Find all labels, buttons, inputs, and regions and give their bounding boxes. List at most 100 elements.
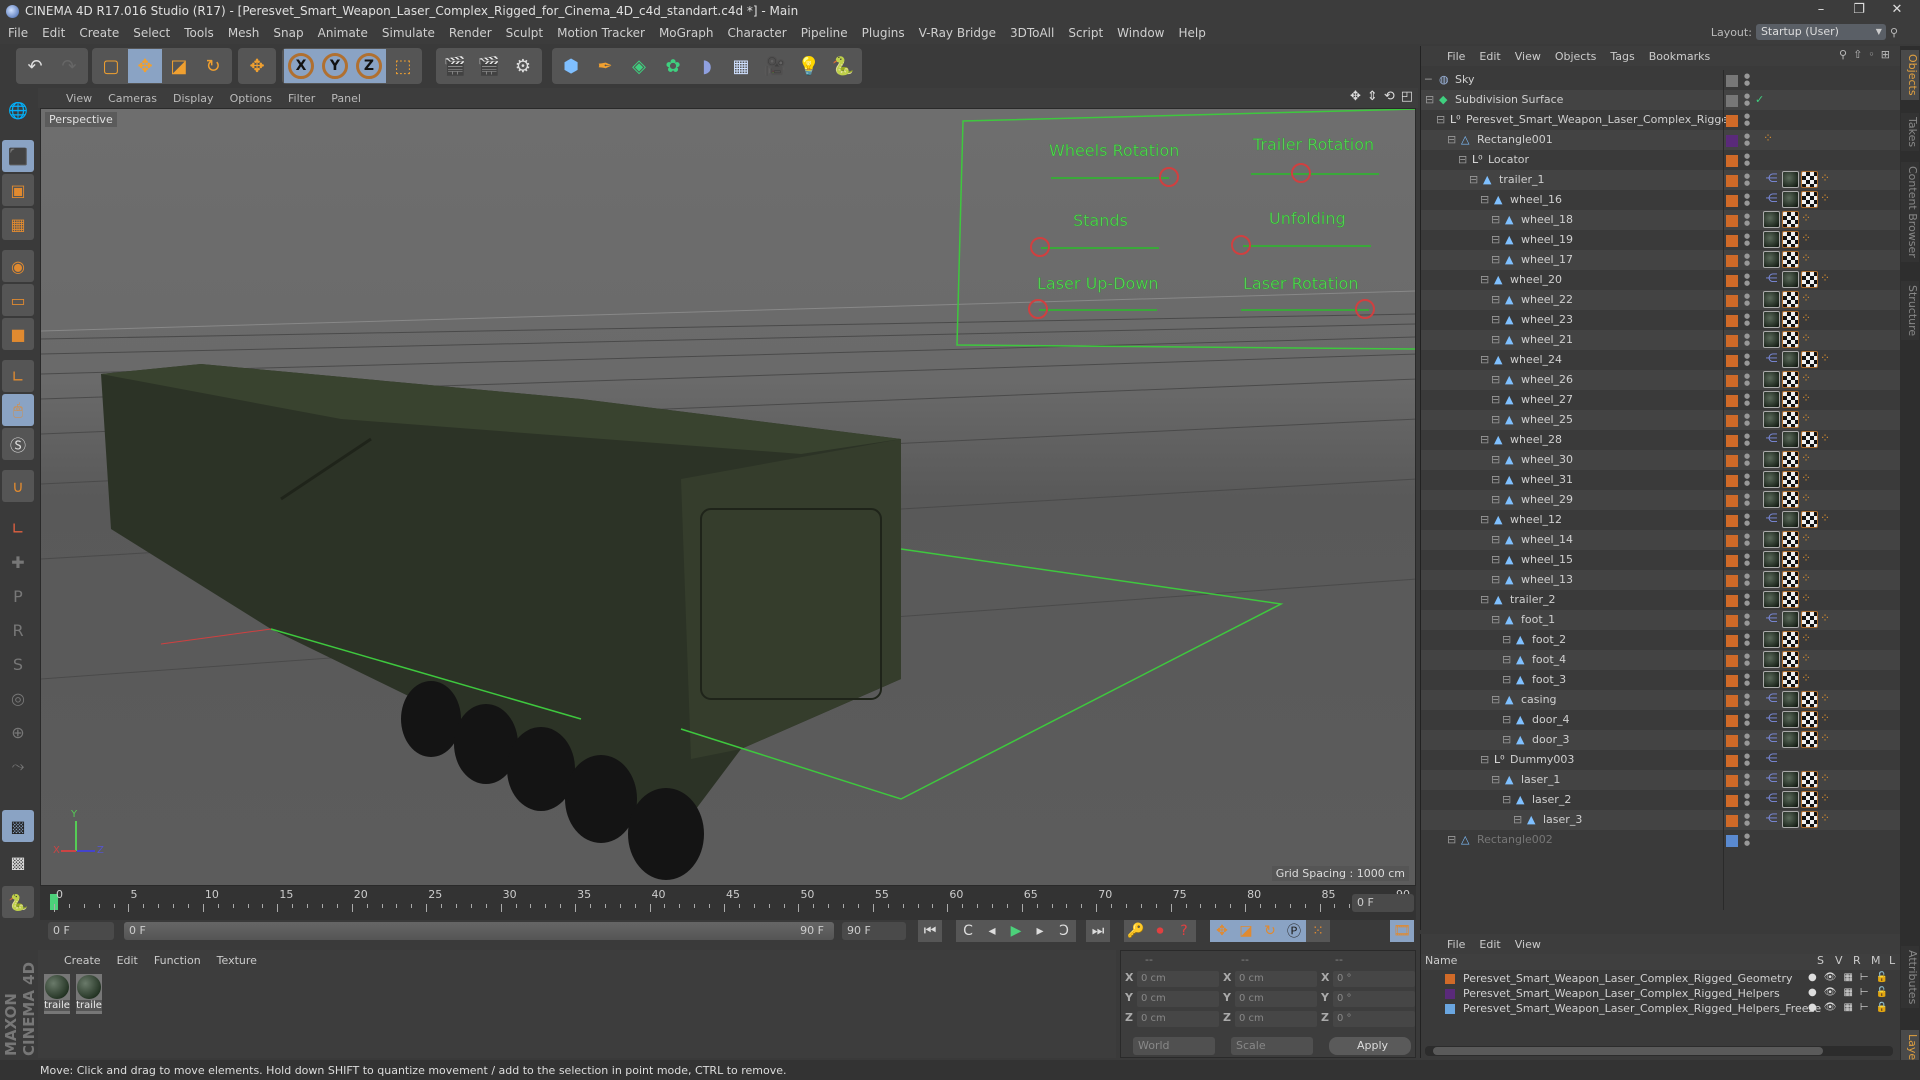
layer-color-swatch[interactable] — [1726, 255, 1738, 267]
ik-tag-icon[interactable]: ⁘ — [1801, 671, 1818, 688]
ik-tag-icon[interactable]: ⁘ — [1820, 731, 1837, 748]
texture-tag-icon[interactable] — [1801, 711, 1818, 728]
object-row[interactable]: ⊟ ▲ wheel_30 ● ● ⁘ — [1421, 450, 1901, 470]
layer-color-swatch[interactable] — [1726, 595, 1738, 607]
material-tag-icon[interactable] — [1763, 471, 1780, 488]
ik-tag-icon[interactable]: ⁘ — [1801, 551, 1818, 568]
texture-tag-icon[interactable] — [1801, 791, 1818, 808]
go-to-end-icon[interactable]: ⏭ — [1086, 920, 1110, 942]
zoom-view-icon[interactable]: ⇕ — [1367, 89, 1378, 104]
visibility-dots[interactable]: ● ● — [1744, 373, 1750, 387]
object-name[interactable]: Rectangle002 — [1477, 833, 1553, 846]
xpresso-tag-icon[interactable]: ⋲ — [1763, 691, 1780, 708]
ik-tag-icon[interactable]: ⁘ — [1801, 451, 1818, 468]
object-name[interactable]: wheel_22 — [1521, 293, 1573, 306]
material-menu-texture[interactable]: Texture — [217, 954, 257, 967]
key-param-icon[interactable]: ⊕ — [2, 716, 34, 748]
horizontal-scrollbar[interactable] — [1425, 1046, 1893, 1056]
expand-toggle-icon[interactable]: ⊟ — [1502, 653, 1511, 666]
coord-size-x-field[interactable]: 0 cm — [1235, 971, 1317, 987]
menu-pipeline[interactable]: Pipeline — [801, 26, 848, 40]
frame-range-slider[interactable]: 0 F 90 F — [124, 922, 834, 940]
expand-toggle-icon[interactable]: ⊟ — [1480, 193, 1489, 206]
layer-color-swatch[interactable] — [1726, 155, 1738, 167]
texture-tag-icon[interactable] — [1801, 691, 1818, 708]
visibility-dots[interactable]: ● ● — [1744, 593, 1750, 607]
xpresso-tag-icon[interactable]: ⋲ — [1763, 711, 1780, 728]
material-tag-icon[interactable] — [1763, 491, 1780, 508]
layer-color-swatch[interactable] — [1726, 815, 1738, 827]
object-name[interactable]: foot_4 — [1532, 653, 1566, 666]
ik-tag-icon[interactable]: ⁘ — [1820, 791, 1837, 808]
menu-help[interactable]: Help — [1178, 26, 1205, 40]
object-row[interactable]: ⊟ L⁰ Locator ● ● — [1421, 150, 1901, 170]
layer-color-swatch[interactable] — [1726, 175, 1738, 187]
hud-knob-stands[interactable] — [1030, 237, 1050, 257]
material-tag-icon[interactable] — [1782, 791, 1799, 808]
visibility-dots[interactable]: ● ● — [1744, 813, 1750, 827]
coord-pos-z-field[interactable]: 0 cm — [1137, 1011, 1219, 1027]
texture-tag-icon[interactable] — [1801, 171, 1818, 188]
texture-tag-icon[interactable] — [1782, 251, 1799, 268]
object-name[interactable]: Peresvet_Smart_Weapon_Laser_Complex_Rigg… — [1466, 113, 1735, 126]
viewport-menu-view[interactable]: View — [66, 92, 92, 105]
layer-color-swatch[interactable] — [1726, 755, 1738, 767]
visibility-dots[interactable]: ● ● — [1744, 333, 1750, 347]
menu-file[interactable]: File — [8, 26, 28, 40]
menu-select[interactable]: Select — [133, 26, 170, 40]
python-icon[interactable]: 🐍 — [826, 49, 860, 83]
maximize-button[interactable]: ❐ — [1844, 2, 1874, 20]
object-name[interactable]: Sky — [1455, 73, 1474, 86]
ik-tag-icon[interactable]: ⁘ — [1820, 351, 1837, 368]
expand-toggle-icon[interactable]: ⊟ — [1436, 113, 1445, 126]
ik-tag-icon[interactable]: ⁘ — [1801, 411, 1818, 428]
object-row[interactable]: ⊟ ◆ Subdivision Surface ● ● ✓ — [1421, 90, 1901, 110]
expand-toggle-icon[interactable]: ⊟ — [1480, 273, 1489, 286]
hud-slider-laser-up-down[interactable] — [1039, 309, 1157, 311]
ik-tag-icon[interactable]: ⁘ — [1801, 211, 1818, 228]
render-picture-viewer-icon[interactable]: 🎬 — [472, 49, 506, 83]
z-axis-lock-icon[interactable]: Z — [352, 49, 386, 83]
lock-icon[interactable]: 🔓 — [1876, 972, 1888, 983]
coord-size-y-field[interactable]: 0 cm — [1235, 991, 1317, 1007]
object-row[interactable]: ⊟ ▲ wheel_21 ● ● ⁘ — [1421, 330, 1901, 350]
new-window-icon[interactable]: ◦ — [1868, 48, 1875, 61]
side-tab-content-browser[interactable]: Content Browser — [1901, 162, 1919, 262]
end-frame-field[interactable]: 90 F — [842, 922, 906, 940]
material-tag-icon[interactable] — [1763, 591, 1780, 608]
texture-tag-icon[interactable] — [1782, 411, 1799, 428]
layer-color-swatch[interactable] — [1726, 635, 1738, 647]
layer-color-swatch[interactable] — [1726, 415, 1738, 427]
object-row[interactable]: ⊟ ▲ door_3 ● ● ⋲ ⁘ — [1421, 730, 1901, 750]
coord-pos-y-field[interactable]: 0 cm — [1137, 991, 1219, 1007]
layer-color-swatch[interactable] — [1726, 375, 1738, 387]
object-row[interactable]: ⊟ ▲ wheel_26 ● ● ⁘ — [1421, 370, 1901, 390]
tweak-mode-icon[interactable]: 🖱 — [2, 394, 34, 426]
visible-icon[interactable]: 👁 — [1824, 972, 1837, 983]
layer-color-swatch[interactable] — [1726, 235, 1738, 247]
visibility-dots[interactable]: ● ● — [1744, 73, 1750, 87]
object-name[interactable]: wheel_23 — [1521, 313, 1573, 326]
floor-icon[interactable]: ▦ — [724, 49, 758, 83]
layer-color-swatch[interactable] — [1726, 95, 1738, 107]
layer-color-swatch[interactable] — [1726, 515, 1738, 527]
texture-tag-icon[interactable] — [1782, 331, 1799, 348]
expand-toggle-icon[interactable]: ⊟ — [1491, 213, 1500, 226]
ik-tag-icon[interactable]: ⁘ — [1801, 631, 1818, 648]
xpresso-tag-icon[interactable]: ⋲ — [1763, 731, 1780, 748]
expand-toggle-icon[interactable]: ⊟ — [1491, 393, 1500, 406]
visibility-dots[interactable]: ● ● — [1744, 473, 1750, 487]
manager-icon[interactable]: ⊢ — [1860, 1002, 1869, 1013]
material-swatch[interactable]: traile — [44, 974, 70, 1014]
texture-tag-icon[interactable] — [1801, 731, 1818, 748]
object-name[interactable]: Locator — [1488, 153, 1529, 166]
object-row[interactable]: ⊟ ▲ wheel_14 ● ● ⁘ — [1421, 530, 1901, 550]
xpresso-tag-icon[interactable]: ⋲ — [1763, 751, 1780, 768]
move-view-icon[interactable]: ✥ — [1350, 89, 1361, 104]
ik-tag-icon[interactable]: ⁘ — [1801, 591, 1818, 608]
object-name[interactable]: wheel_26 — [1521, 373, 1573, 386]
layer-color-swatch[interactable] — [1726, 575, 1738, 587]
layer-color-swatch[interactable] — [1726, 215, 1738, 227]
material-tag-icon[interactable] — [1763, 371, 1780, 388]
material-tag-icon[interactable] — [1763, 671, 1780, 688]
